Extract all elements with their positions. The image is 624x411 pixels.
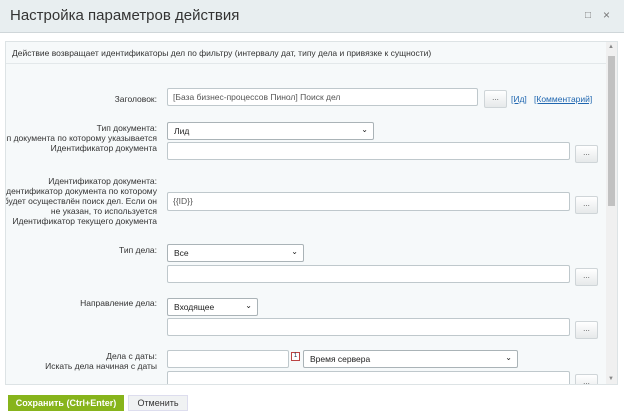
id-link[interactable]: [Ид] — [511, 94, 527, 104]
doc-type-label: Тип документа: Тип документа по которому… — [6, 123, 157, 153]
chevron-down-icon: ⌄ — [245, 301, 252, 310]
maximize-icon[interactable]: □ — [585, 10, 591, 21]
dialog-header: Настройка параметров действия □ × — [0, 0, 624, 33]
direction-expression-input[interactable] — [167, 318, 570, 336]
action-description: Действие возвращает идентификаторы дел п… — [6, 42, 606, 64]
direction-more-button[interactable]: ... — [575, 321, 598, 339]
direction-label: Направление дела: — [80, 298, 157, 308]
doc-type-more-button[interactable]: ... — [575, 145, 598, 163]
chevron-down-icon: ⌄ — [361, 125, 368, 134]
direction-value: Входящее — [174, 302, 215, 312]
scrollbar-thumb[interactable] — [608, 56, 615, 206]
calendar-icon[interactable]: 1 — [291, 352, 300, 361]
date-from-more-button[interactable]: ... — [575, 374, 598, 384]
doc-id-input[interactable]: {{ID}} — [167, 192, 570, 211]
date-from-label: Дела с даты: Искать дела начиная с даты — [45, 351, 157, 371]
title-label: Заголовок: — [114, 94, 157, 104]
doc-id-label: Идентификатор документа: Идентификатор д… — [5, 176, 157, 226]
cancel-button[interactable]: Отменить — [128, 395, 188, 411]
save-button[interactable]: Сохранить (Ctrl+Enter) — [8, 395, 124, 411]
chevron-down-icon: ⌄ — [291, 247, 298, 256]
activity-type-expression-input[interactable] — [167, 265, 570, 283]
close-icon[interactable]: × — [603, 8, 610, 22]
doc-type-value: Лид — [174, 126, 190, 136]
scrollbar[interactable]: ▲ ▼ — [606, 42, 617, 384]
dialog-title: Настройка параметров действия — [10, 7, 240, 24]
comment-link[interactable]: [Комментарий] — [534, 94, 592, 104]
doc-type-expression-input[interactable] — [167, 142, 570, 160]
doc-type-select[interactable]: Лид ⌄ — [167, 122, 374, 140]
timezone-value: Время сервера — [310, 354, 371, 364]
activity-type-label: Тип дела: — [119, 245, 157, 255]
activity-type-more-button[interactable]: ... — [575, 268, 598, 286]
title-more-button[interactable]: ... — [484, 90, 507, 108]
activity-type-select[interactable]: Все ⌄ — [167, 244, 304, 262]
date-from-expression-input[interactable] — [167, 371, 570, 384]
date-from-input[interactable] — [167, 350, 289, 368]
timezone-select[interactable]: Время сервера ⌄ — [303, 350, 518, 368]
chevron-down-icon: ⌄ — [505, 353, 512, 362]
title-input[interactable]: [База бизнес-процессов Пинол] Поиск дел — [167, 88, 478, 106]
doc-id-more-button[interactable]: ... — [575, 196, 598, 214]
activity-type-value: Все — [174, 248, 189, 258]
settings-panel: Действие возвращает идентификаторы дел п… — [5, 41, 618, 385]
direction-select[interactable]: Входящее ⌄ — [167, 298, 258, 316]
